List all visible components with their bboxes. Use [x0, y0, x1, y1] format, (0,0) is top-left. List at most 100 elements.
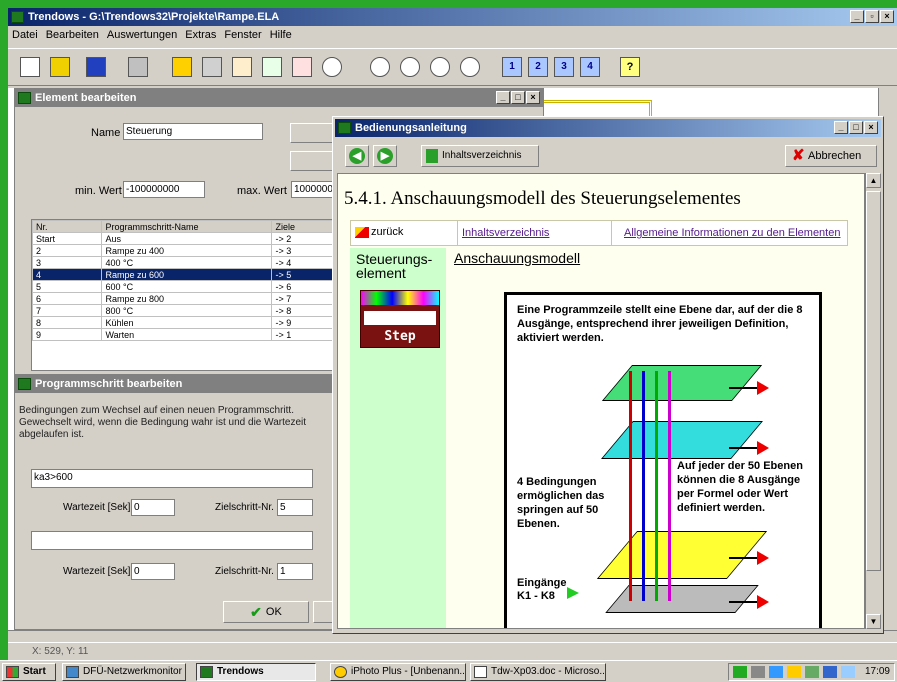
minimize-button[interactable]: _: [496, 91, 510, 104]
scroll-thumb[interactable]: [866, 191, 881, 571]
menu-bearbeiten[interactable]: Bearbeiten: [46, 26, 99, 44]
zoom-out-button[interactable]: [426, 52, 454, 82]
task-trendows[interactable]: Trendows: [196, 663, 316, 681]
printer-icon: [128, 57, 148, 77]
abbrechen-button[interactable]: ✘ Abbrechen: [785, 145, 877, 167]
scroll-down-button[interactable]: ▼: [866, 614, 881, 629]
minimize-button[interactable]: _: [850, 10, 864, 23]
tray-icon-2[interactable]: [751, 666, 765, 678]
minimize-button[interactable]: _: [834, 121, 848, 134]
help-scrollbar[interactable]: ▲ ▼: [865, 173, 881, 629]
condition-2-input[interactable]: [31, 531, 313, 550]
close-button[interactable]: ×: [526, 91, 540, 104]
table-row[interactable]: 2 Rampe zu 400 -> 3: [32, 244, 342, 257]
lightning-button[interactable]: [168, 52, 196, 82]
table-header-cell[interactable]: Nr.: [32, 220, 103, 233]
maximize-button[interactable]: □: [849, 121, 863, 134]
windows-logo-icon: [6, 666, 19, 678]
lightning-icon: [172, 57, 192, 77]
page-1-button[interactable]: 1: [498, 52, 526, 82]
tray-icon-6[interactable]: [823, 666, 837, 678]
tray-icon-5[interactable]: [805, 666, 819, 678]
print-button[interactable]: [124, 52, 152, 82]
help-button[interactable]: ?: [616, 52, 644, 82]
nav-back-label: zurück: [371, 226, 404, 238]
table-cell: Rampe zu 600: [101, 268, 273, 281]
restore-button[interactable]: ▫: [865, 10, 879, 23]
name-input[interactable]: Steuerung: [123, 123, 263, 140]
plane-cyan: [601, 421, 763, 459]
help-window: Bedienungsanleitung _ □ × ◀ ▶ Inhaltsverze…: [332, 116, 884, 634]
abbrechen-label: Abbrechen: [808, 150, 862, 162]
task-iphoto[interactable]: iPhoto Plus - [Unbenann...: [330, 663, 466, 681]
table-header-cell[interactable]: Programmschritt-Name: [101, 220, 273, 233]
menu-datei[interactable]: Datei: [12, 26, 38, 44]
diagram-intro: Eine Programmzeile stellt eine Ebene dar…: [517, 304, 803, 344]
tray-icon-1[interactable]: [733, 666, 747, 678]
nav-toc-link[interactable]: Inhaltsverzeichnis: [457, 221, 549, 245]
zoom-window-button[interactable]: [366, 52, 394, 82]
table-row[interactable]: 3 400 °C -> 4: [32, 256, 342, 269]
clock-button[interactable]: [318, 52, 346, 82]
min-value-input[interactable]: -100000000: [123, 181, 205, 198]
table-row[interactable]: 4 Rampe zu 600 -> 5: [32, 268, 342, 281]
input-arrow-icon: [567, 587, 579, 599]
target-2-input[interactable]: 1: [277, 563, 313, 580]
target-1-input[interactable]: 5: [277, 499, 313, 516]
toc-label: Inhaltsverzeichnis: [442, 150, 522, 161]
diagram-right-text: Auf jeder der 50 Ebenen können die 8 Aus…: [677, 459, 819, 515]
back-nav-button[interactable]: ◀: [345, 145, 369, 167]
floppy-icon: [86, 57, 106, 77]
table-row[interactable]: 6 Rampe zu 800 -> 7: [32, 292, 342, 305]
forward-nav-button[interactable]: ▶: [373, 145, 397, 167]
task-dfu[interactable]: DFÜ-Netzwerkmonitor: [62, 663, 186, 681]
menu-extras[interactable]: Extras: [185, 26, 216, 44]
tray-icon-3[interactable]: [769, 666, 783, 678]
maximize-button[interactable]: □: [511, 91, 525, 104]
ramp-button[interactable]: [228, 52, 256, 82]
nav-back-link[interactable]: zurück: [355, 226, 403, 238]
table-row[interactable]: 8 Kühlen -> 9: [32, 316, 342, 329]
table-row[interactable]: 5 600 °C -> 6: [32, 280, 342, 293]
new-file-button[interactable]: [16, 52, 44, 82]
start-button[interactable]: Start: [2, 663, 56, 681]
table-row[interactable]: Start Aus -> 2: [32, 232, 342, 245]
element-button[interactable]: [198, 52, 226, 82]
tray-icon-4[interactable]: [787, 666, 801, 678]
program-table-container: Nr. Programmschritt-Name Ziele Start Aus -> 2…: [31, 219, 343, 371]
wait-2-input[interactable]: 0: [131, 563, 175, 580]
close-button[interactable]: ×: [880, 10, 894, 23]
table-row[interactable]: 7 800 °C -> 8: [32, 304, 342, 317]
scroll-up-button[interactable]: ▲: [866, 173, 881, 188]
table-row[interactable]: 9 Warten -> 1: [32, 328, 342, 341]
zoom-reset-button[interactable]: [456, 52, 484, 82]
name-label: Name: [91, 127, 121, 139]
output-line-4: [668, 371, 671, 601]
page-3-button[interactable]: 3: [550, 52, 578, 82]
menu-hilfe[interactable]: Hilfe: [270, 26, 292, 44]
close-button[interactable]: ×: [864, 121, 878, 134]
bar-chart-button[interactable]: [288, 52, 316, 82]
page-2-button[interactable]: 2: [524, 52, 552, 82]
menu-fenster[interactable]: Fenster: [224, 26, 261, 44]
line-chart-button[interactable]: [258, 52, 286, 82]
task-word[interactable]: Tdw-Xp03.doc - Microso...: [470, 663, 606, 681]
zoom-in-button[interactable]: [396, 52, 424, 82]
open-file-button[interactable]: [46, 52, 74, 82]
clock-icon: [322, 57, 342, 77]
wait-1-input[interactable]: 0: [131, 499, 175, 516]
zoom-out-icon: [430, 57, 450, 77]
nav-general-link[interactable]: Allgemeine Informationen zu den Elemente…: [611, 221, 840, 245]
tray-icon-7[interactable]: [841, 666, 855, 678]
section-link[interactable]: Anschauungsmodell: [454, 250, 580, 266]
save-button[interactable]: [82, 52, 110, 82]
page-4-button[interactable]: 4: [576, 52, 604, 82]
toc-button[interactable]: Inhaltsverzeichnis: [421, 145, 539, 167]
table-cell: Aus: [101, 232, 273, 245]
menu-auswertungen[interactable]: Auswertungen: [107, 26, 177, 44]
ok-button[interactable]: ✔ OK: [223, 601, 309, 623]
target-1-label: Zielschritt-Nr.: [215, 502, 274, 513]
condition-1-input[interactable]: ka3>600: [31, 469, 313, 488]
arrow-icon-1: [729, 387, 759, 389]
arrow-head-icon-4: [757, 595, 769, 609]
